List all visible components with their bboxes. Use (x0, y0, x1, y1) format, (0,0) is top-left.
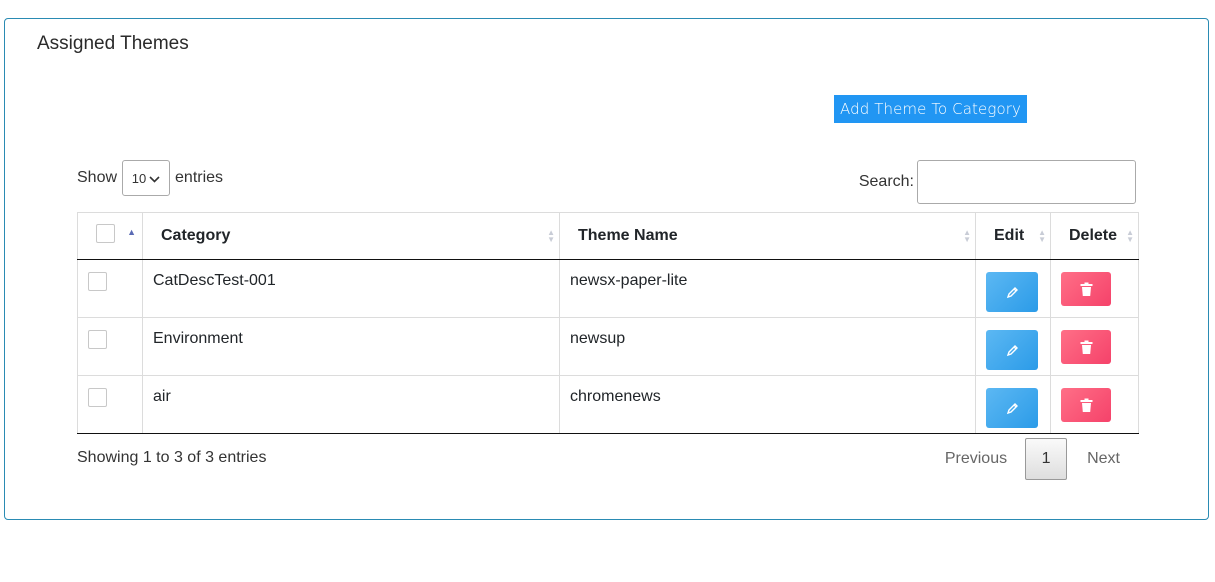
edit-column-header[interactable]: Edit ▲ ▼ (975, 212, 1051, 260)
theme-name-header-label: Theme Name (578, 227, 678, 244)
delete-cell (1050, 317, 1139, 376)
delete-button[interactable] (1061, 388, 1111, 422)
length-prefix-label: Show (77, 169, 118, 186)
page-1-button[interactable]: 1 (1025, 438, 1068, 480)
trash-icon (1080, 398, 1092, 412)
themes-table: ▲ Category ▲ ▼ Theme Name ▲ ▼ Edit ▲ ▼ Dele… (77, 212, 1139, 434)
edit-button[interactable] (986, 330, 1038, 370)
delete-cell (1050, 375, 1139, 434)
delete-header-label: Delete (1069, 227, 1118, 244)
edit-cell (975, 375, 1051, 434)
sort-arrows-icon: ▲ ▼ (1038, 228, 1046, 244)
pencil-icon (1006, 402, 1018, 414)
search-input[interactable] (917, 160, 1136, 204)
edit-button[interactable] (986, 388, 1038, 428)
theme-name-cell: chromenews (559, 375, 976, 434)
pencil-icon (1006, 286, 1018, 298)
select-all-header[interactable]: ▲ (77, 212, 143, 260)
assigned-themes-panel: Assigned Themes Add Theme To Category Sh… (4, 18, 1209, 520)
delete-button[interactable] (1061, 330, 1111, 364)
category-header-label: Category (161, 227, 231, 244)
entries-per-page-select[interactable]: 10 (122, 160, 171, 196)
length-suffix-label: entries (175, 169, 224, 186)
delete-button[interactable] (1061, 272, 1111, 306)
pencil-icon (1006, 344, 1018, 356)
row-select-cell (77, 375, 143, 434)
sort-arrows-icon: ▲ ▼ (547, 228, 555, 244)
next-page-button[interactable]: Next (1067, 438, 1136, 480)
previous-page-button[interactable]: Previous (927, 438, 1025, 480)
chevron-down-icon (149, 171, 160, 186)
entries-length-control: Show 10 entries (77, 160, 223, 196)
sort-ascending-icon: ▲ (127, 227, 136, 237)
theme-name-cell: newsup (559, 317, 976, 376)
row-select-cell (77, 259, 143, 318)
category-cell: CatDescTest-001 (142, 259, 560, 318)
row-checkbox[interactable] (88, 388, 107, 407)
table-row: CatDescTest-001 newsx-paper-lite (77, 259, 1139, 318)
theme-name-cell: newsx-paper-lite (559, 259, 976, 318)
row-select-cell (77, 317, 143, 376)
panel-title: Assigned Themes (37, 33, 189, 54)
entries-per-page-value: 10 (131, 170, 147, 186)
delete-column-header[interactable]: Delete ▲ ▼ (1050, 212, 1139, 260)
category-column-header[interactable]: Category ▲ ▼ (142, 212, 560, 260)
edit-header-label: Edit (994, 227, 1025, 244)
edit-cell (975, 317, 1051, 376)
trash-icon (1080, 282, 1092, 296)
sort-arrows-icon: ▲ ▼ (963, 228, 971, 244)
trash-icon (1080, 340, 1092, 354)
category-cell: air (142, 375, 560, 434)
select-all-checkbox[interactable] (96, 224, 115, 243)
search-label: Search: (858, 173, 914, 190)
table-info-text: Showing 1 to 3 of 3 entries (77, 449, 267, 466)
pagination: Previous 1 Next (927, 438, 1136, 480)
theme-name-column-header[interactable]: Theme Name ▲ ▼ (559, 212, 976, 260)
edit-cell (975, 259, 1051, 318)
row-checkbox[interactable] (88, 272, 107, 291)
table-row: Environment newsup (77, 317, 1139, 376)
delete-cell (1050, 259, 1139, 318)
search-control: Search: (859, 160, 1136, 204)
add-theme-to-category-button[interactable]: Add Theme To Category (834, 95, 1027, 123)
category-cell: Environment (142, 317, 560, 376)
row-checkbox[interactable] (88, 330, 107, 349)
edit-button[interactable] (986, 272, 1038, 312)
table-header-row: ▲ Category ▲ ▼ Theme Name ▲ ▼ Edit ▲ ▼ Dele… (77, 212, 1139, 260)
sort-arrows-icon: ▲ ▼ (1126, 228, 1134, 244)
table-row: air chromenews (77, 375, 1139, 434)
